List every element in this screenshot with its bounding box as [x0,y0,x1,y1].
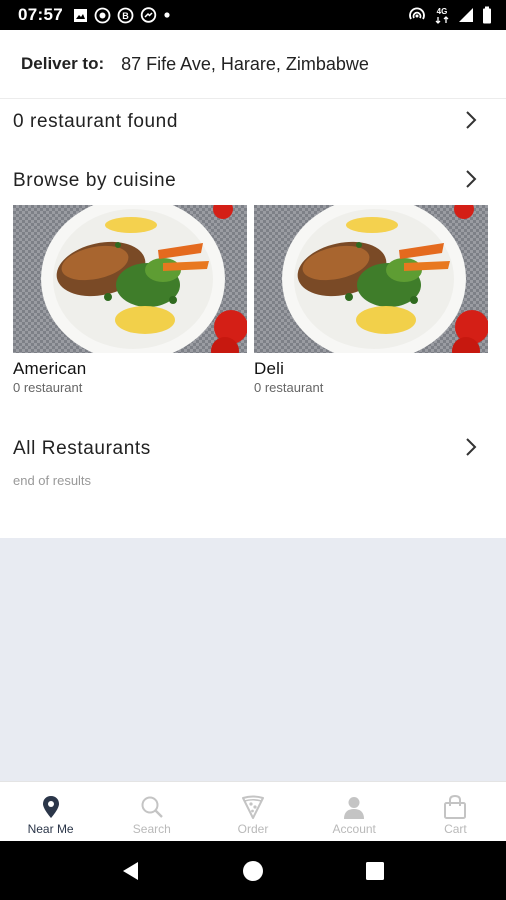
dot-icon [163,11,171,19]
deliver-to-bar[interactable]: Deliver to: 87 Fife Ave, Harare, Zimbabw… [0,30,506,99]
whatsapp-icon [94,7,111,24]
nav-account[interactable]: Account [304,782,405,842]
chevron-right-icon [466,438,477,456]
user-icon [344,797,365,819]
location-pin-icon [42,796,59,818]
search-icon [141,796,163,818]
network-label: 4G [437,7,448,16]
status-bar: 07:57 B 4G [0,0,506,30]
restaurants-found-row[interactable]: 0 restaurant found [0,100,506,144]
svg-text:B: B [122,11,129,21]
cuisine-count: 0 restaurant [13,380,83,395]
home-icon[interactable] [242,860,264,882]
nav-order[interactable]: Order [202,782,303,842]
food-plate-image [13,205,247,353]
all-restaurants-label: All Restaurants [13,438,151,459]
nav-near-me[interactable]: Near Me [0,782,101,842]
nav-cart[interactable]: Cart [405,782,506,842]
system-icons: 4G [408,0,492,30]
nav-label: Near Me [27,822,74,836]
restaurants-found-label: 0 restaurant found [13,111,179,132]
chevron-right-icon [466,111,477,129]
cuisine-card-american[interactable]: American 0 restaurant [13,205,247,395]
food-plate-image [254,205,488,353]
nav-search[interactable]: Search [101,782,202,842]
all-restaurants-row[interactable]: All Restaurants [0,427,506,471]
chevron-right-icon [466,170,477,188]
nav-label: Search [132,822,171,836]
nav-label: Cart [444,822,467,836]
signal-icon [458,7,474,23]
battery-icon [482,6,492,24]
gallery-icon [73,8,88,23]
recents-icon[interactable] [364,860,386,882]
back-icon[interactable] [120,860,142,882]
notification-icons: B [73,6,171,24]
browse-by-cuisine-label: Browse by cuisine [13,170,177,191]
bottom-nav: Near Me Search Order Account Cart [0,781,506,842]
empty-content-area [0,538,506,781]
pizza-icon [242,795,264,819]
status-time: 07:57 [18,5,63,24]
nav-label: Account [332,822,376,836]
messenger-icon [140,6,157,24]
delivery-address[interactable]: 87 Fife Ave, Harare, Zimbabwe [121,54,369,75]
end-of-results-text: end of results [13,473,92,488]
app-screen: 07:57 B 4G Deliver to: 87 Fife Ave, Hara… [0,0,506,900]
nav-label: Order [237,822,269,836]
deliver-label: Deliver to: [21,54,105,73]
browse-by-cuisine-row[interactable]: Browse by cuisine [0,159,506,203]
cuisine-card-deli[interactable]: Deli 0 restaurant [254,205,488,395]
cuisine-count: 0 restaurant [254,380,324,395]
hotspot-icon [408,7,426,23]
network-type-icon: 4G [434,6,450,24]
android-nav-bar [0,841,506,900]
cuisine-name: Deli [254,359,285,378]
b-badge-icon: B [117,7,134,24]
cuisine-name: American [13,359,87,378]
shopping-bag-icon [444,794,467,819]
